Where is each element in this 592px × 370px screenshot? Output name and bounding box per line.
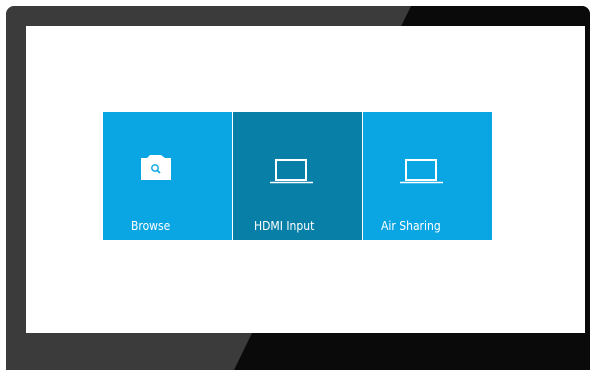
tile-hdmi-input[interactable]: HDMI Input bbox=[233, 112, 362, 240]
screen: Browse HDMI Input Air Sharing bbox=[26, 26, 585, 333]
tile-label-hdmi-input: HDMI Input bbox=[254, 219, 315, 233]
tile-label-air-sharing: Air Sharing bbox=[381, 219, 441, 233]
tile-air-sharing[interactable]: Air Sharing bbox=[363, 112, 492, 240]
source-menu: Browse HDMI Input Air Sharing bbox=[103, 112, 492, 240]
tile-label-browse: Browse bbox=[131, 219, 171, 233]
tile-browse[interactable]: Browse bbox=[103, 112, 232, 240]
display-frame: Browse HDMI Input Air Sharing bbox=[6, 6, 590, 370]
